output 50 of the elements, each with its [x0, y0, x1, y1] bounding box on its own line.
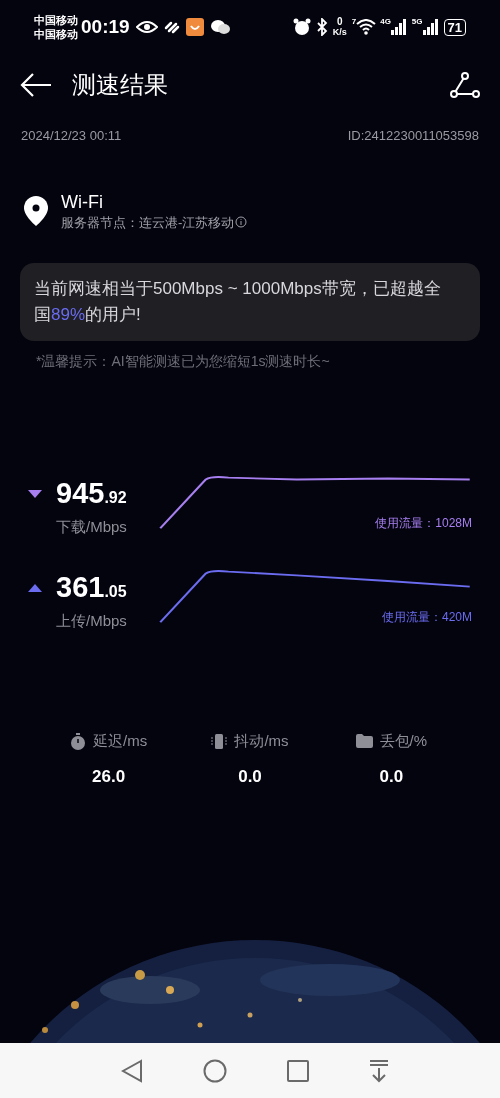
summary-card: 当前网速相当于500Mbps ~ 1000Mbps带宽，已超越全国89%的用户! — [20, 263, 480, 341]
tip-text: *温馨提示：AI智能测速已为您缩短1s测速时长~ — [35, 352, 331, 371]
back-icon[interactable] — [121, 1058, 143, 1083]
speed-unit: 下载/Mbps — [56, 516, 128, 537]
stat-label: 延迟/ms — [93, 731, 148, 751]
share-icon[interactable] — [450, 72, 480, 98]
signal-icon — [422, 19, 439, 35]
network-type: 4G — [380, 16, 391, 28]
stat-value: 26.0 — [92, 765, 126, 788]
folder-icon — [355, 734, 373, 749]
location-pin-icon — [24, 196, 48, 227]
page-title: 测速结果 — [72, 70, 169, 100]
recents-icon[interactable] — [287, 1059, 309, 1082]
vibration-icon — [211, 732, 228, 750]
server-label: 服务器节点：连云港-江苏移动 — [61, 213, 235, 232]
bluetooth-icon — [315, 18, 328, 36]
speed-decimal: .05 — [104, 583, 127, 602]
stopwatch-icon — [70, 732, 87, 750]
net-speed-value: 0 — [336, 17, 343, 27]
stat-label: 抖动/ms — [234, 731, 289, 751]
wifi-label: 7 — [351, 16, 357, 28]
net-speed-unit: K/s — [332, 27, 347, 37]
wifi-icon — [356, 19, 377, 35]
battery-indicator: 71 — [443, 18, 466, 36]
speed-decimal: .92 — [104, 489, 127, 508]
carrier-name: 中国移动 — [34, 27, 78, 41]
test-date: 2024/12/23 00:11 — [21, 127, 122, 145]
traffic-usage: 使用流量：420M — [381, 609, 472, 626]
network-name: Wi-Fi — [61, 190, 104, 213]
alarm-icon — [292, 18, 311, 36]
stat-value: 0.0 — [238, 765, 262, 788]
eye-icon — [135, 20, 158, 34]
upload-arrow-icon — [28, 583, 42, 592]
info-icon[interactable] — [235, 216, 248, 229]
test-id: ID:2412230011053598 — [347, 127, 479, 145]
stat-value: 0.0 — [379, 765, 404, 788]
notification-panel-icon[interactable] — [369, 1058, 389, 1083]
traffic-usage: 使用流量：1028M — [375, 515, 472, 532]
home-icon[interactable] — [203, 1058, 227, 1083]
carrier-name: 中国移动 — [34, 13, 78, 27]
back-arrow-icon[interactable] — [20, 72, 52, 98]
download-arrow-icon — [28, 489, 42, 498]
network-type: 5G — [411, 16, 423, 28]
speed-value: 945 — [56, 476, 105, 511]
stat-label: 丢包/% — [379, 731, 428, 751]
chat-icon — [209, 19, 230, 35]
status-time: 00:19 — [81, 14, 130, 39]
signal-icon — [390, 19, 407, 35]
speed-value: 361 — [56, 570, 105, 605]
speed-unit: 上传/Mbps — [56, 610, 128, 631]
